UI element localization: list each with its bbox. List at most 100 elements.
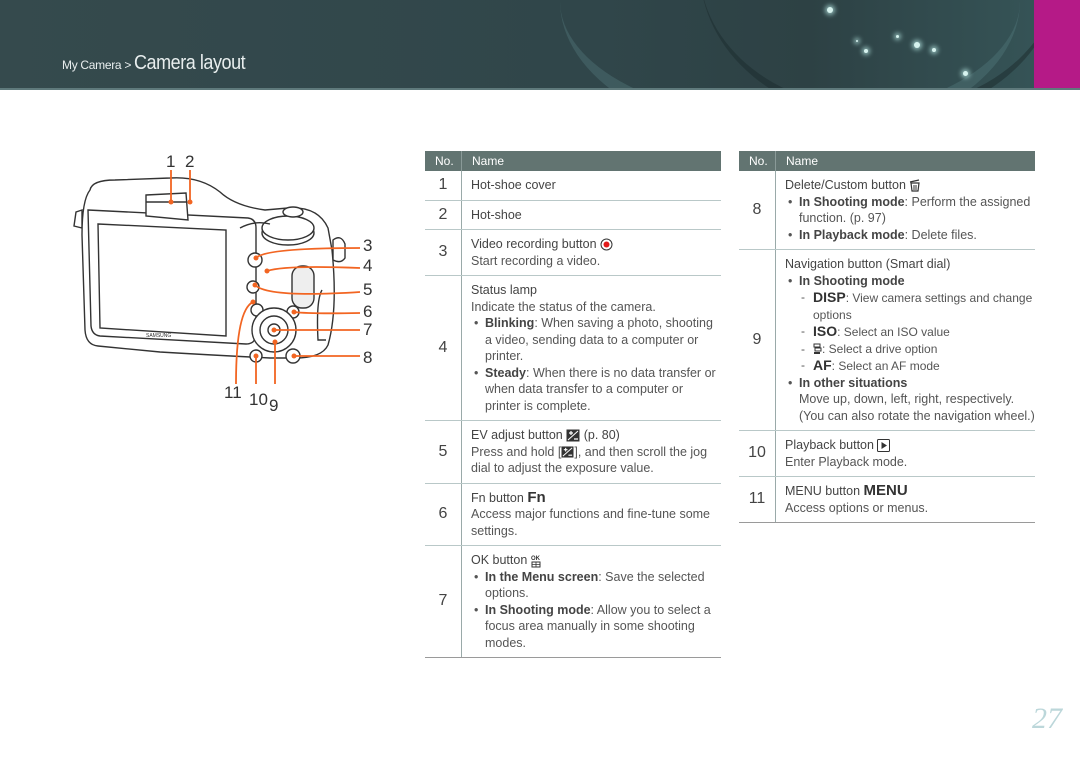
row-number: 11: [739, 476, 776, 523]
part-name: Hot-shoe: [471, 207, 522, 222]
callout-6: 6: [363, 302, 373, 321]
table-row: 9 Navigation button (Smart dial) In Shoo…: [739, 249, 1035, 431]
callout-8: 8: [363, 348, 373, 367]
header-decoration: [700, 0, 1060, 90]
row-number: 6: [425, 483, 462, 546]
sparkle-dot: [963, 71, 968, 76]
part-name: Hot-shoe cover: [471, 178, 556, 192]
row-number: 7: [425, 545, 462, 658]
af-icon: AF: [813, 357, 832, 373]
column-header-no: No.: [425, 151, 462, 171]
part-description: Access options or menus.: [785, 500, 929, 515]
row-number: 1: [425, 171, 462, 201]
bullet-text: : Delete files.: [904, 227, 977, 242]
part-description: Enter Playback mode.: [785, 454, 908, 469]
sub-text: : Select a drive option: [822, 341, 938, 356]
row-number: 3: [425, 229, 462, 276]
callout-2: 2: [185, 152, 195, 171]
playback-icon: [877, 439, 891, 453]
column-header-name: Name: [775, 151, 1035, 171]
row-number: 2: [425, 200, 462, 230]
sparkle-dot: [827, 7, 833, 13]
bullet-item: Steady: When there is no data transfer o…: [474, 365, 721, 415]
sub-item: ISO: Select an ISO value: [801, 323, 1035, 341]
sparkle-dot: [896, 35, 899, 38]
bullet-item: In Shooting mode DISP: View camera setti…: [788, 273, 1035, 375]
callout-7: 7: [363, 320, 373, 339]
ev-adjust-icon: [566, 429, 580, 442]
sub-item: : Select a drive option: [801, 341, 1035, 358]
table-row: 1 Hot-shoe cover: [425, 171, 721, 201]
part-description: Indicate the status of the camera.: [471, 299, 656, 314]
bullet-item: In Shooting mode: Allow you to select a …: [474, 602, 721, 652]
ev-adjust-icon: [561, 446, 574, 458]
bullet-term: In Shooting mode: [799, 273, 905, 288]
sub-text: : Select an AF mode: [831, 359, 940, 373]
svg-text:OK: OK: [531, 556, 541, 562]
part-name: OK button: [471, 553, 528, 567]
trash-icon: [910, 179, 921, 192]
sparkle-dot: [864, 49, 868, 53]
callout-1: 1: [166, 152, 176, 171]
page-reference[interactable]: (p. 80): [584, 428, 620, 442]
page-number: 27: [1032, 702, 1062, 735]
brand-label: SAMSUNG: [146, 333, 171, 339]
page-title: Camera layout: [134, 52, 246, 74]
iso-icon: ISO: [813, 323, 838, 339]
row-number: 8: [739, 171, 776, 250]
part-name: Fn button: [471, 490, 524, 505]
table-row: 10 Playback button Enter Playback mode.: [739, 430, 1035, 477]
bullet-term: In the Menu screen: [485, 569, 599, 584]
table-row: 2 Hot-shoe: [425, 200, 721, 230]
row-number: 5: [425, 420, 462, 484]
sub-item: DISP: View camera settings and change op…: [801, 289, 1035, 323]
bullet-term: Steady: [485, 365, 526, 380]
row-number: 10: [739, 430, 776, 477]
table-row: 4 Status lamp Indicate the status of the…: [425, 275, 721, 421]
callout-3: 3: [363, 236, 373, 255]
drive-mode-icon: [813, 343, 822, 355]
bullet-item: In other situations Move up, down, left, …: [788, 375, 1035, 425]
callout-4: 4: [363, 256, 373, 275]
table-row: 11 MENU button MENU Access options or me…: [739, 476, 1035, 523]
table-row: 8 Delete/Custom button In Shooting mode:…: [739, 171, 1035, 250]
menu-icon: MENU: [863, 482, 908, 499]
callout-10: 10: [249, 390, 268, 409]
table-row: 7 OK button OK In the Menu screen: Save …: [425, 545, 721, 658]
bullet-item: In the Menu screen: Save the selected op…: [474, 569, 721, 602]
bullet-term: In Playback mode: [799, 227, 905, 242]
part-name: Playback button: [785, 438, 874, 452]
bullet-item: Blinking: When saving a photo, shooting …: [474, 315, 721, 365]
camera-diagram: SAMSUNG 1 2 3 4 5 6 7 8 9 10 11: [60, 140, 390, 420]
part-description: Press and hold [: [471, 444, 562, 459]
column-header-no: No.: [739, 151, 776, 171]
bullet-item: In Playback mode: Delete files.: [788, 227, 1035, 244]
disp-icon: DISP: [813, 289, 846, 305]
parts-table-left: No. Name 1 Hot-shoe cover 2 Hot-shoe 3 V…: [425, 151, 721, 658]
page-header: My Camera > Camera layout: [0, 0, 1080, 90]
fn-icon: Fn: [527, 488, 546, 506]
chapter-tab: [1034, 0, 1080, 90]
sparkle-dot: [914, 42, 920, 48]
part-description: Access major functions and fine-tune som…: [471, 507, 711, 538]
part-name: Delete/Custom button: [785, 178, 906, 192]
part-name: MENU button: [785, 484, 861, 498]
row-number: 4: [425, 275, 462, 421]
breadcrumb: My Camera > Camera layout: [62, 52, 258, 75]
sub-item: AF: Select an AF mode: [801, 357, 1035, 375]
sub-text: : View camera settings and change option…: [813, 291, 1033, 322]
breadcrumb-parent[interactable]: My Camera: [62, 58, 122, 72]
table-header: No. Name: [425, 151, 721, 171]
bullet-term: In Shooting mode: [799, 194, 905, 209]
parts-table-right: No. Name 8 Delete/Custom button In Shoot…: [739, 151, 1035, 523]
bullet-term: In Shooting mode: [485, 602, 591, 617]
part-name: Video recording button: [471, 237, 597, 251]
part-name: Navigation button (Smart dial): [785, 257, 951, 271]
sparkle-dot: [856, 40, 858, 42]
table-row: 3 Video recording button Start recording…: [425, 229, 721, 276]
bullet-term: Blinking: [485, 316, 535, 330]
part-name: Status lamp: [471, 283, 538, 297]
column-header-name: Name: [461, 151, 721, 171]
camera-back-illustration: SAMSUNG: [73, 170, 361, 385]
table-row: 5 EV adjust button (p. 80) Press and hol…: [425, 420, 721, 484]
